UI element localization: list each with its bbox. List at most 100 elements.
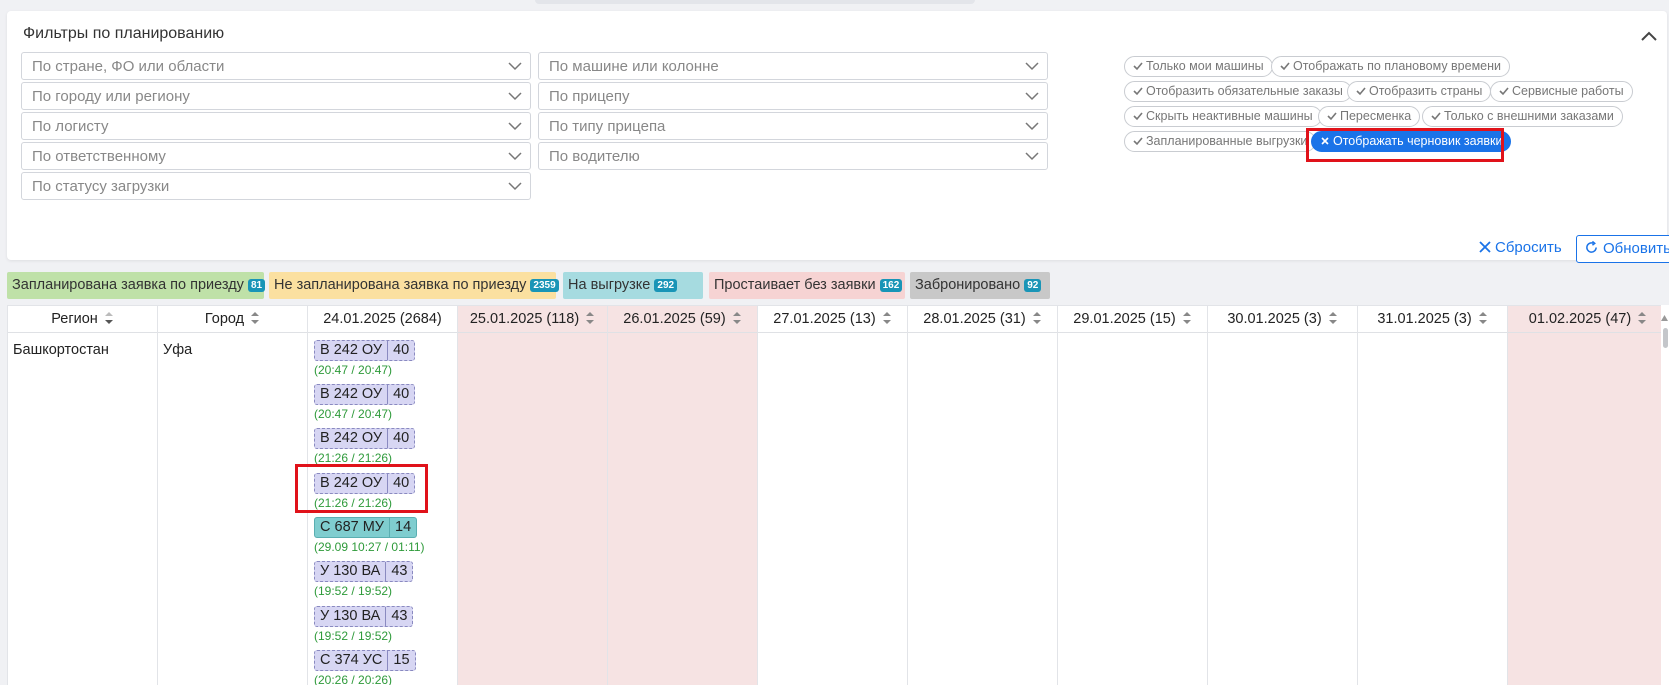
chip-show-draft[interactable]: Отображать черновик заявки [1311,131,1512,152]
chevron-up-icon[interactable] [1639,27,1659,47]
chip-planned-time[interactable]: Отображать по плановому времени [1271,56,1511,77]
chip-label: Только с внешними заказами [1444,109,1614,123]
truck-chip[interactable]: В 242 ОУ 40 [314,428,416,449]
legend-not-planned[interactable]: Не запланирована заявка по приезду 2359 [269,272,559,299]
city-filter-select[interactable]: По городу или региону [21,82,531,110]
truck-time: (20:47 / 20:47) [314,407,393,421]
truck-plate: У 130 ВА [315,607,387,626]
chip-label: Отображать по плановому времени [1293,59,1502,73]
responsible-filter-select[interactable]: По ответственному [21,142,531,170]
truck-time: (21:26 / 21:26) [314,451,393,465]
scroll-up-icon[interactable] [1661,314,1668,322]
legend-planned[interactable]: Запланирована заявка по приезду 81 [7,272,266,299]
legend-idle[interactable]: Простаивает без заявки 162 [709,272,905,299]
logist-filter-select[interactable]: По логисту [21,112,531,140]
vertical-scrollbar[interactable] [1661,305,1669,685]
column-header-date[interactable]: 26.01.2025 (59) [608,306,757,333]
vehicle-filter-select[interactable]: По машине или колонне [538,52,1048,80]
column-title: 24.01.2025 (2684) [323,311,442,327]
truck-chip[interactable]: В 242 ОУ 40 [314,340,416,361]
column-date-7: 30.01.2025 (3) [1208,306,1358,685]
chip-hide-inactive[interactable]: Скрыть неактивные машины [1124,106,1322,127]
truck-plate: В 242 ОУ [315,341,389,360]
chip-my-vehicles[interactable]: Только мои машины [1124,56,1273,77]
close-icon [1321,137,1329,145]
reset-label: Сбросить [1495,239,1562,256]
column-header-date[interactable]: 28.01.2025 (31) [908,306,1057,333]
sort-icon [1478,312,1487,324]
sort-icon [1032,312,1041,324]
column-header-date[interactable]: 27.01.2025 (13) [758,306,907,333]
legend-unloading[interactable]: На выгрузке 292 [563,272,703,299]
driver-filter-select[interactable]: По водителю [538,142,1048,170]
chip-label: Пересменка [1340,109,1412,123]
column-title: 26.01.2025 (59) [623,311,726,327]
chip-label: Скрыть неактивные машины [1146,109,1313,123]
truck-chip[interactable]: С 687 МУ 14 [314,517,418,538]
column-header-date[interactable]: 25.01.2025 (118) [458,306,607,333]
select-placeholder: По водителю [549,148,640,165]
filter-panel: Фильтры по планированию По стране, ФО ил… [7,11,1669,263]
column-header-date[interactable]: 30.01.2025 (3) [1208,306,1357,333]
truck-time: (21:26 / 21:26) [314,496,393,510]
cell-city: Уфа [163,342,193,358]
chevron-down-icon [1025,62,1039,71]
sort-icon [1328,312,1337,324]
country-filter-select[interactable]: По стране, ФО или области [21,52,531,80]
check-icon [1280,62,1290,71]
trailer-type-filter-select[interactable]: По типу прицепа [538,112,1048,140]
column-city: Город Уфа [158,306,308,685]
chevron-down-icon [1025,92,1039,101]
truck-plate: В 242 ОУ [315,429,389,448]
sort-icon [1182,312,1191,324]
check-icon [1133,137,1143,146]
chevron-down-icon [508,62,522,71]
planning-table: Регион Башкортостан Город Уфа 24.01.2025… [7,305,1669,685]
truck-count: 15 [393,652,410,668]
column-region: Регион Башкортостан [7,306,158,685]
refresh-button[interactable]: Обновить [1576,235,1669,263]
close-icon [1479,241,1491,253]
chip-external-orders[interactable]: Только с внешними заказами [1422,106,1623,127]
chip-planned-unloads[interactable]: Запланированные выгрузки [1124,131,1317,152]
reset-button[interactable]: Сбросить [1479,239,1562,256]
column-date-8: 31.01.2025 (3) [1358,306,1508,685]
column-date-3: 26.01.2025 (59) [608,306,758,685]
chevron-down-icon [508,122,522,131]
column-header-date[interactable]: 01.02.2025 (47) [1508,306,1668,333]
column-title: 27.01.2025 (13) [773,311,876,327]
chip-shift-change[interactable]: Пересменка [1318,106,1421,127]
scrollbar-thumb[interactable] [1663,328,1668,348]
truck-chip[interactable]: В 242 ОУ 40 [314,384,416,405]
truck-chip[interactable]: У 130 ВА 43 [314,561,414,582]
legend-booked[interactable]: Забронировано 92 [910,272,1050,299]
select-placeholder: По машине или колонне [549,58,719,75]
legend-count: 2359 [530,279,559,292]
select-placeholder: По прицепу [549,88,630,105]
truck-chip[interactable]: В 242 ОУ 40 [314,473,416,494]
column-title: Город [204,311,245,327]
chip-label: Отображать черновик заявки [1333,134,1503,148]
trailer-filter-select[interactable]: По прицепу [538,82,1048,110]
legend-label: Простаивает без заявки [714,277,876,293]
chip-label: Отобразить обязательные заказы [1146,84,1343,98]
chip-service-works[interactable]: Сервисные работы [1490,81,1633,102]
column-header-region[interactable]: Регион [8,306,157,333]
column-header-date[interactable]: 24.01.2025 (2684) [308,306,457,333]
chip-show-countries[interactable]: Отобразить страны [1347,81,1492,102]
load-status-filter-select[interactable]: По статусу загрузки [21,172,531,200]
truck-chip[interactable]: С 374 УС 15 [314,650,416,671]
column-title: Регион [51,311,98,327]
truck-count: 40 [393,386,410,402]
column-header-city[interactable]: Город [158,306,307,333]
select-placeholder: По стране, ФО или области [32,58,225,75]
refresh-icon [1586,240,1597,253]
truck-chip[interactable]: У 130 ВА 43 [314,606,414,627]
truck-time: (19:52 / 19:52) [314,584,393,598]
column-header-date[interactable]: 29.01.2025 (15) [1058,306,1207,333]
chip-mandatory-orders[interactable]: Отобразить обязательные заказы [1124,81,1352,102]
truck-time: (29.09 10:27 / 01:11) [314,540,425,554]
truck-count: 14 [395,519,412,535]
column-header-date[interactable]: 31.01.2025 (3) [1358,306,1507,333]
select-placeholder: По ответственному [32,148,166,165]
